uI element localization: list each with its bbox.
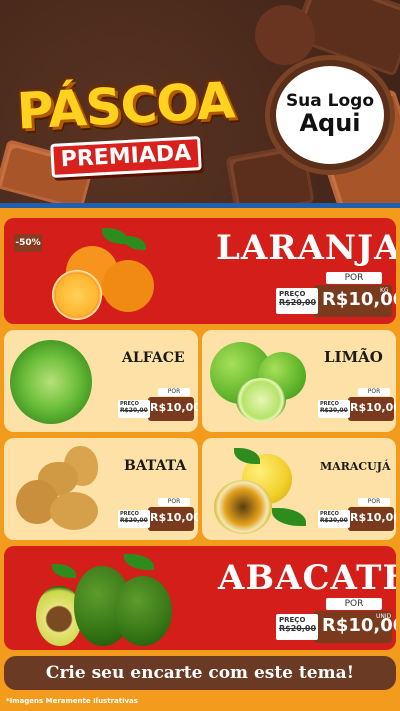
price-tag: POR PREÇO R$20,00 R$10,00 bbox=[114, 388, 198, 422]
price-tag: POR PREÇO R$20,00 R$10,00 KG bbox=[276, 272, 396, 318]
lime-slice-icon bbox=[236, 378, 286, 422]
price-tag: POR PREÇO R$20,00 R$10,00 UNID bbox=[276, 598, 396, 644]
new-price: R$10,00 bbox=[150, 401, 198, 414]
por-label: POR bbox=[358, 388, 390, 396]
product-name: BATATA bbox=[124, 458, 187, 474]
product-name: ABACATE bbox=[218, 558, 396, 598]
unit-label: KG bbox=[380, 287, 389, 294]
product-card-laranja: -50% LARANJA POR PREÇO R$20,00 R$10,00 K… bbox=[4, 218, 396, 324]
price-tag: POR PREÇO R$20,00 R$10,00 bbox=[114, 498, 198, 532]
new-price: R$10,00 bbox=[150, 511, 198, 524]
old-price-box: PREÇO R$20,00 bbox=[276, 614, 318, 640]
discount-badge: -50% bbox=[14, 234, 42, 252]
old-price: R$20,00 bbox=[120, 407, 148, 414]
orange-slice-icon bbox=[52, 270, 102, 320]
flyer-page: PÁSCOA PREMIADA Sua Logo Aqui -50% LARAN… bbox=[0, 0, 400, 711]
orange-icon bbox=[102, 260, 154, 312]
product-name: MARACUJÁ bbox=[320, 460, 391, 473]
price-tag: POR PREÇO R$20,00 R$10,00 bbox=[314, 388, 396, 422]
old-price-label: PREÇO bbox=[279, 290, 306, 298]
por-label: POR bbox=[358, 498, 390, 506]
new-price: R$10,00 bbox=[350, 401, 396, 414]
cta-banner: Crie seu encarte com este tema! bbox=[4, 656, 396, 690]
old-price-box: PREÇO R$20,00 bbox=[118, 400, 150, 418]
old-price: R$20,00 bbox=[120, 517, 148, 524]
leaf-icon bbox=[52, 564, 76, 578]
new-price: R$10,00 bbox=[350, 511, 396, 524]
potato-icon bbox=[50, 492, 98, 530]
avocado-icon bbox=[114, 576, 172, 646]
title-block: PÁSCOA PREMIADA bbox=[8, 71, 243, 178]
product-card-limao: LIMÃO POR PREÇO R$20,00 R$10,00 bbox=[202, 330, 396, 432]
old-price-box: PREÇO R$20,00 bbox=[318, 510, 350, 528]
old-price: R$20,00 bbox=[279, 298, 317, 307]
product-name: ALFACE bbox=[122, 350, 185, 366]
product-card-alface: ALFACE POR PREÇO R$20,00 R$10,00 bbox=[4, 330, 198, 432]
page-subtitle: PREMIADA bbox=[49, 136, 202, 178]
lettuce-icon bbox=[10, 340, 92, 424]
old-price-box: PREÇO R$20,00 bbox=[276, 288, 318, 314]
por-label: POR bbox=[326, 598, 382, 610]
product-card-abacate: ABACATE POR PREÇO R$20,00 R$10,00 UNID bbox=[4, 546, 396, 650]
old-price-box: PREÇO R$20,00 bbox=[118, 510, 150, 528]
leaf-icon bbox=[124, 554, 154, 570]
old-price-label: PREÇO bbox=[279, 616, 306, 624]
product-card-maracuja: MARACUJÁ POR PREÇO R$20,00 R$10,00 bbox=[202, 438, 396, 540]
por-label: POR bbox=[158, 388, 190, 396]
old-price: R$20,00 bbox=[320, 517, 348, 524]
por-label: POR bbox=[158, 498, 190, 506]
unit-label: UNID bbox=[376, 613, 392, 620]
product-card-batata: BATATA POR PREÇO R$20,00 R$10,00 bbox=[4, 438, 198, 540]
por-label: POR bbox=[326, 272, 382, 284]
header: PÁSCOA PREMIADA Sua Logo Aqui bbox=[0, 0, 400, 212]
chocolate-splash bbox=[255, 5, 315, 65]
logo-placeholder: Sua Logo Aqui bbox=[270, 60, 390, 170]
price-tag: POR PREÇO R$20,00 R$10,00 bbox=[314, 498, 396, 532]
leaf-icon bbox=[234, 448, 260, 464]
logo-line2: Aqui bbox=[299, 109, 361, 138]
page-title: PÁSCOA bbox=[15, 71, 236, 141]
footnote: *Imagens Meramente Ilustrativas bbox=[6, 697, 138, 705]
old-price-box: PREÇO R$20,00 bbox=[318, 400, 350, 418]
old-price: R$20,00 bbox=[279, 624, 317, 633]
product-name: LIMÃO bbox=[324, 348, 383, 366]
leaf-icon bbox=[124, 236, 146, 250]
passion-fruit-half-icon bbox=[214, 480, 272, 534]
product-name: LARANJA bbox=[216, 228, 396, 268]
leaf-icon bbox=[272, 508, 306, 526]
old-price: R$20,00 bbox=[320, 407, 348, 414]
